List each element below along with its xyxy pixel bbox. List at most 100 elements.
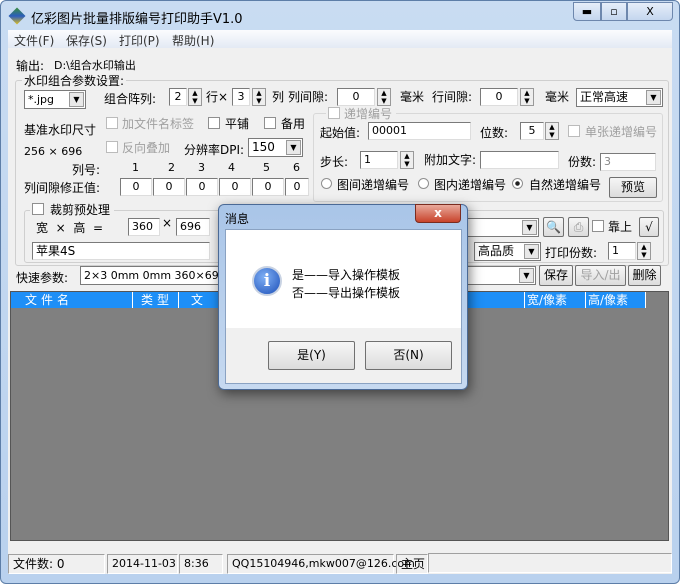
row-gap-input[interactable]: 0	[480, 88, 518, 106]
quick-params-value: 2×3 0mm 0mm 360×696	[84, 269, 226, 282]
col-number: 5	[263, 161, 270, 174]
magnifier-button[interactable]: 🔍	[543, 217, 564, 237]
dialog-line-export: 否——导出操作模板	[292, 286, 401, 300]
menu-bar: 文件(F) 保存(S) 打印(P) 帮助(H)	[8, 30, 672, 48]
rows-input[interactable]: 2	[169, 88, 187, 106]
add-filename-checkbox[interactable]	[106, 117, 118, 129]
mm-label: 毫米	[545, 90, 570, 104]
menu-print[interactable]: 打印(P)	[119, 32, 160, 49]
minimize-button[interactable]: ▬	[573, 2, 601, 21]
radio-within-image[interactable]	[418, 178, 429, 189]
extra-text-input[interactable]	[480, 151, 559, 169]
col-fix-input[interactable]: 0	[252, 178, 284, 196]
col-fix-input[interactable]: 0	[186, 178, 218, 196]
print-copies-spinner[interactable]: ▲ ▼	[637, 242, 651, 260]
status-home-link[interactable]: 主页	[396, 554, 428, 574]
print-copies-input[interactable]: 1	[608, 242, 636, 260]
speed-select[interactable]: 正常高速 ▼	[576, 88, 663, 107]
step-spinner[interactable]: ▲ ▼	[400, 151, 414, 169]
dpi-label: 分辨率DPI:	[184, 143, 245, 157]
no-button[interactable]: 否(N)	[365, 341, 452, 370]
numbering-checkbox[interactable]	[328, 107, 340, 119]
reverse-label: 反向叠加	[122, 141, 171, 155]
crop-width-input[interactable]: 360	[128, 218, 160, 236]
import-export-button[interactable]: 导入/出	[575, 265, 626, 286]
tile-checkbox[interactable]	[208, 117, 220, 129]
radio-within-image-label: 图内递增编号	[434, 178, 507, 192]
menu-help[interactable]: 帮助(H)	[172, 32, 214, 49]
reverse-checkbox[interactable]	[106, 141, 118, 153]
maximize-button[interactable]: ▫	[601, 2, 627, 21]
step-input[interactable]: 1	[360, 151, 398, 169]
numbering-group-label: 递增编号	[344, 107, 393, 121]
col-gap-input[interactable]: 0	[337, 88, 375, 106]
menu-save[interactable]: 保存(S)	[66, 32, 107, 49]
radio-between-images[interactable]	[321, 178, 332, 189]
status-time: 8:36	[179, 554, 223, 574]
yes-button[interactable]: 是(Y)	[268, 341, 355, 370]
dialog-line-import: 是——导入操作模板	[292, 268, 401, 282]
crop-checkbox[interactable]	[32, 203, 44, 215]
column-header-filename[interactable]: 文件名	[11, 292, 133, 308]
save-button[interactable]: 保存	[539, 265, 573, 286]
menu-file[interactable]: 文件(F)	[14, 32, 54, 49]
params-group-label: 水印组合参数设置:	[22, 72, 127, 89]
tile-label: 平铺	[225, 117, 250, 131]
crop-group-label: 裁剪预处理	[50, 203, 111, 217]
start-input[interactable]: 00001	[368, 122, 471, 140]
magnifier-icon: 🔍	[546, 220, 561, 234]
chevron-down-icon: ▼	[69, 92, 84, 107]
dpi-select[interactable]: 150 ▼	[248, 138, 303, 157]
single-checkbox[interactable]	[568, 125, 580, 137]
col-gap-label: 列间隙:	[288, 90, 329, 104]
format-select[interactable]: *.jpg ▼	[24, 90, 86, 109]
cols-input[interactable]: 3	[232, 88, 250, 106]
top-align-checkbox[interactable]	[592, 220, 604, 232]
col-fix-input[interactable]: 0	[219, 178, 251, 196]
printer-button[interactable]: ⎙	[568, 217, 589, 237]
radio-natural[interactable]	[512, 178, 523, 189]
column-header-width[interactable]: 宽/像素	[525, 292, 586, 308]
row-gap-label: 行间隙:	[432, 90, 473, 104]
col-fix-input[interactable]: 0	[153, 178, 185, 196]
crop-wh-label: 宽 × 高 =	[36, 221, 103, 235]
message-dialog: 消息 x i 是——导入操作模板 否——导出操作模板 是(Y) 否(N)	[218, 204, 468, 390]
printer-select[interactable]: ▼	[466, 218, 539, 237]
info-icon: i	[252, 266, 282, 296]
column-header-type[interactable]: 类型	[133, 292, 179, 308]
col-fix-input[interactable]: 0	[285, 178, 309, 196]
step-label: 步长:	[320, 155, 349, 169]
close-button[interactable]: X	[627, 2, 673, 21]
crop-preset-input[interactable]: 苹果4S	[32, 242, 210, 260]
delete-button[interactable]: 删除	[628, 265, 661, 286]
quality-value: 高品质	[478, 244, 515, 258]
dialog-title: 消息	[225, 212, 250, 226]
copies-label: 份数:	[568, 155, 597, 169]
spare-checkbox[interactable]	[264, 117, 276, 129]
digits-spinner[interactable]: ▲ ▼	[545, 122, 559, 140]
status-file-count: 文件数: 0	[8, 554, 105, 574]
radio-natural-label: 自然递增编号	[529, 178, 602, 192]
row-gap-spinner[interactable]: ▲ ▼	[520, 88, 534, 106]
digits-input[interactable]: 5	[520, 122, 544, 140]
chevron-down-icon: ▼	[286, 140, 301, 155]
numbering-group-header: 递增编号	[326, 106, 396, 121]
confirm-button[interactable]: √	[639, 217, 659, 237]
crop-height-input[interactable]: 696	[176, 218, 210, 236]
column-header-height[interactable]: 高/像素	[586, 292, 646, 308]
quality-select[interactable]: 高品质 ▼	[474, 242, 541, 261]
close-icon: x	[434, 206, 442, 220]
rows-unit: 行×	[206, 90, 229, 104]
speed-value: 正常高速	[580, 90, 629, 104]
col-number: 1	[132, 161, 139, 174]
col-fix-input[interactable]: 0	[120, 178, 152, 196]
cols-spinner[interactable]: ▲ ▼	[252, 88, 266, 106]
dialog-close-button[interactable]: x	[415, 204, 461, 223]
rows-spinner[interactable]: ▲ ▼	[188, 88, 202, 106]
chevron-down-icon: ▼	[646, 90, 661, 105]
print-copies-label: 打印份数:	[545, 246, 598, 260]
preview-button[interactable]: 预览	[609, 177, 657, 198]
col-gap-spinner[interactable]: ▲ ▼	[377, 88, 391, 106]
status-panel	[428, 553, 672, 573]
copies-input[interactable]: 3	[600, 153, 656, 171]
